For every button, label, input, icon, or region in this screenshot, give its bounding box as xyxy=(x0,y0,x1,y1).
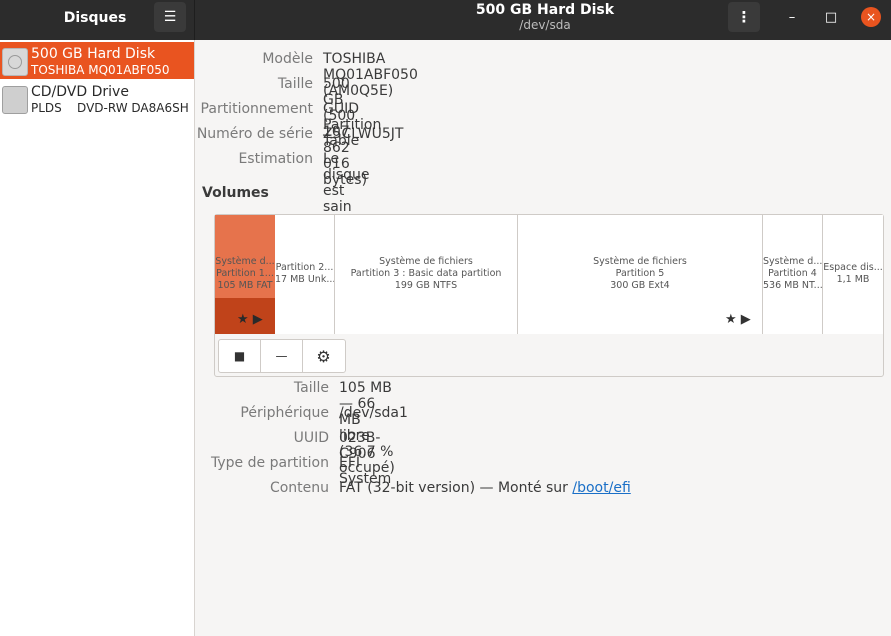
close-icon: × xyxy=(865,10,877,24)
sidebar-item-hard-disk[interactable]: 500 GB Hard Disk TOSHIBA MQ01ABF050 xyxy=(0,42,194,79)
gears-icon: ⚙ xyxy=(316,346,331,366)
info-label: Estimation xyxy=(238,151,313,167)
maximize-button[interactable]: □ xyxy=(820,6,842,28)
info-label: Contenu xyxy=(269,480,329,496)
info-value: Z5CLWU5JT xyxy=(323,126,404,142)
unmount-button[interactable]: ■ xyxy=(219,340,261,372)
partition-settings-button[interactable]: ⚙ xyxy=(303,340,344,372)
contents-text: FAT (32-bit version) — Monté sur xyxy=(339,480,573,496)
disk-name: 500 GB Hard Disk xyxy=(31,46,156,62)
volumes-panel: Système d... Partition 1... 105 MB FAT ★… xyxy=(214,214,884,377)
partition-label: 1,1 MB xyxy=(836,274,870,285)
hamburger-icon: ☰ xyxy=(163,9,177,25)
volume-toolbar: ■ — ⚙ xyxy=(218,339,346,373)
info-value: /dev/sda1 xyxy=(339,405,408,421)
optical-drive-icon xyxy=(2,86,28,114)
delete-partition-button[interactable]: — xyxy=(261,340,303,372)
disk-model: PLDS DVD-RW DA8A6SH xyxy=(31,101,189,115)
window-title: 500 GB Hard Disk xyxy=(475,2,615,18)
stop-icon: ■ xyxy=(233,349,246,363)
partition-label: 536 MB NT... xyxy=(763,280,823,291)
menu-button[interactable]: ☰ xyxy=(154,2,186,32)
partition-label: 300 GB Ext4 xyxy=(610,280,670,291)
partition-block-1[interactable]: Système d... Partition 1... 105 MB FAT ★… xyxy=(215,215,275,334)
partition-label: 199 GB NTFS xyxy=(394,280,458,291)
disk-name: CD/DVD Drive xyxy=(31,84,129,100)
disk-list: 500 GB Hard Disk TOSHIBA MQ01ABF050 CD/D… xyxy=(0,40,195,636)
info-label: Type de partition xyxy=(211,455,329,471)
disk-model: TOSHIBA MQ01ABF050 xyxy=(31,63,170,77)
sidebar-header: Disques ☰ xyxy=(0,0,195,40)
mount-point-link[interactable]: /boot/efi xyxy=(572,480,630,496)
partition-label: Système de fichiers xyxy=(379,256,473,267)
info-label: Modèle xyxy=(262,51,313,67)
close-button[interactable]: × xyxy=(861,7,881,27)
partition-block-5[interactable]: Système de fichiers Partition 5 300 GB E… xyxy=(518,215,763,334)
volumes-heading: Volumes xyxy=(202,185,269,201)
star-play-icon: ★ ▶ xyxy=(725,312,751,327)
minimize-icon: – xyxy=(788,9,796,25)
info-label: Taille xyxy=(293,380,329,396)
sidebar-item-cd-dvd[interactable]: CD/DVD Drive PLDS DVD-RW DA8A6SH xyxy=(0,80,194,117)
partition-label: Système d... xyxy=(763,256,823,267)
star-play-icon: ★ ▶ xyxy=(237,312,263,327)
partition-label: Partition 1... xyxy=(216,268,274,279)
partition-label: 105 MB FAT xyxy=(217,280,273,291)
partition-block-free[interactable]: Espace dis... 1,1 MB xyxy=(823,215,883,334)
partition-block-3[interactable]: Système de fichiers Partition 3 : Basic … xyxy=(335,215,518,334)
minimize-button[interactable]: – xyxy=(781,6,803,28)
options-button[interactable]: ⋮ xyxy=(728,2,760,32)
vertical-dots-icon: ⋮ xyxy=(736,8,752,26)
partition-label: Partition 5 xyxy=(615,268,665,279)
info-label: Taille xyxy=(277,76,313,92)
title-bar: Disques ☰ 500 GB Hard Disk /dev/sda ⋮ – … xyxy=(0,0,891,40)
partition-block-2[interactable]: Partition 2... 17 MB Unk... xyxy=(275,215,335,334)
partition-label: Partition 4 xyxy=(768,268,817,279)
minus-icon: — xyxy=(275,349,288,363)
partition-label: Partition 2... xyxy=(275,262,334,273)
partition-label: 17 MB Unk... xyxy=(275,274,335,285)
info-label: Périphérique xyxy=(240,405,329,421)
partition-map: Système d... Partition 1... 105 MB FAT ★… xyxy=(215,215,883,334)
partition-block-4[interactable]: Système d... Partition 4 536 MB NT... xyxy=(763,215,823,334)
window-subtitle: /dev/sda xyxy=(519,18,571,32)
partition-label: Partition 3 : Basic data partition xyxy=(350,268,502,279)
info-label: Numéro de série xyxy=(196,126,313,142)
maximize-icon: □ xyxy=(824,9,838,25)
info-value: FAT (32-bit version) — Monté sur /boot/e… xyxy=(339,480,631,496)
partition-label: Espace dis... xyxy=(823,262,883,273)
hard-disk-icon xyxy=(2,48,28,76)
info-label: Partitionnement xyxy=(200,101,313,117)
info-label: UUID xyxy=(293,430,329,446)
partition-label: Système de fichiers xyxy=(593,256,687,267)
partition-label: Système d... xyxy=(215,256,275,267)
